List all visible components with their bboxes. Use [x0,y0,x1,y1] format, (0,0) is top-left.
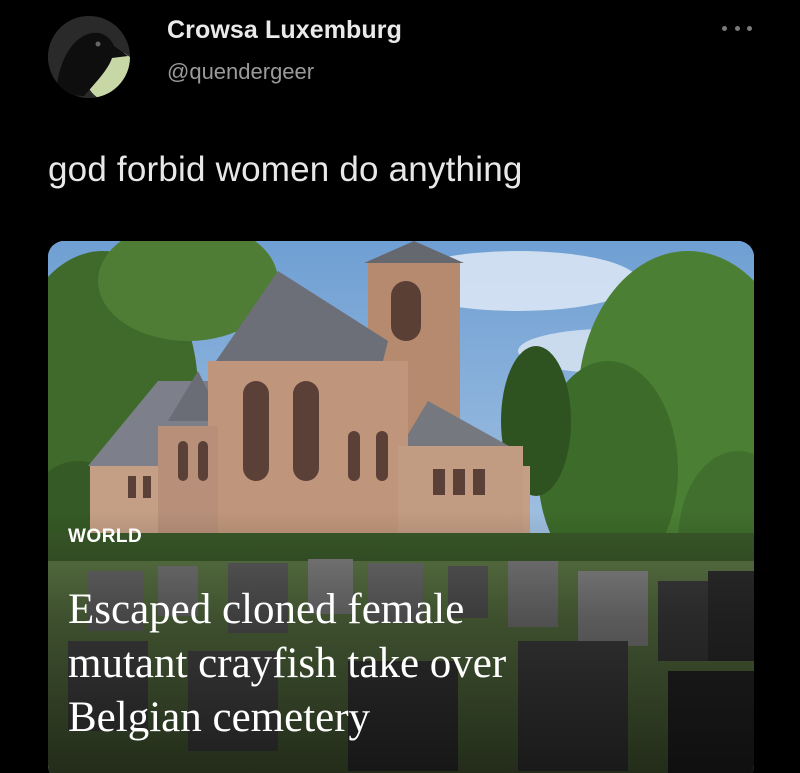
card-headline[interactable]: Escaped cloned female mutant crayfish ta… [68,583,748,745]
dot [722,25,727,31]
author-display-name[interactable]: Crowsa Luxemburg [167,16,402,45]
crow-avatar-icon [48,16,130,98]
tweet-text: god forbid women do anything [48,150,523,189]
card-section-label: WORLD [68,526,143,547]
author-handle[interactable]: @quendergeer [167,59,314,85]
news-card[interactable]: WORLD Escaped cloned female mutant crayf… [48,241,754,773]
more-options-icon[interactable] [722,20,752,36]
tweet: Crowsa Luxemburg @quendergeer god forbid… [0,0,800,773]
dot [734,25,740,31]
avatar[interactable] [48,16,130,98]
dot [747,25,752,31]
